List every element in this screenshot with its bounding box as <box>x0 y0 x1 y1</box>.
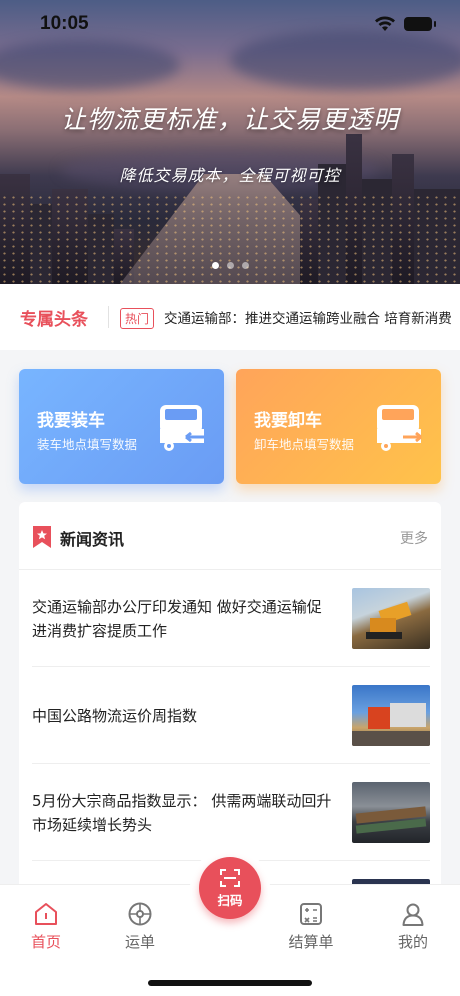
tab-home[interactable]: 首页 <box>6 901 86 952</box>
news-panel: 新闻资讯 更多 交通运输部办公厅印发通知 做好交通运输促进消费扩容提质工作 中国… <box>19 502 441 902</box>
load-truck-button[interactable]: 我要装车 装车地点填写数据 <box>19 369 224 484</box>
news-item[interactable]: 5月份大宗商品指数显示： 供需两端联动回升 市场延续增长势头 <box>32 764 430 861</box>
carousel-indicator <box>0 262 460 269</box>
headline-title: 专属头条 <box>20 310 88 330</box>
carousel-dot[interactable] <box>226 262 234 269</box>
scan-icon <box>220 869 240 887</box>
news-title: 新闻资讯 <box>60 530 125 549</box>
tab-settlement[interactable]: 结算单 <box>271 901 351 952</box>
tab-mine[interactable]: 我的 <box>373 901 453 952</box>
tab-label: 我的 <box>397 933 428 951</box>
news-header: 新闻资讯 更多 <box>19 502 441 570</box>
unload-truck-button[interactable]: 我要卸车 卸车地点填写数据 <box>236 369 441 484</box>
status-time: 10:05 <box>40 13 89 34</box>
scan-label: 扫码 <box>217 893 243 908</box>
truck-photo <box>352 685 430 746</box>
banner-slogan: 让物流更标准，让交易更透明 <box>60 105 399 134</box>
battery-icon <box>404 17 436 31</box>
excavator-photo <box>352 588 430 649</box>
freight-train-photo <box>352 782 430 843</box>
banner-subslogan: 降低交易成本，全程可视可控 <box>119 166 341 185</box>
wifi-icon <box>375 16 395 31</box>
user-icon <box>402 903 424 926</box>
scan-button[interactable]: 扫码 <box>199 857 261 919</box>
home-indicator <box>148 980 312 986</box>
news-item-text: 交通运输部办公厅印发通知 做好交通运输促进消费扩容提质工作 <box>32 597 322 640</box>
divider <box>108 306 109 328</box>
headline-ticker[interactable]: 专属头条 热门 交通运输部：推进交通运输跨业融合 培育新消费 <box>0 284 460 350</box>
news-item[interactable]: 交通运输部办公厅印发通知 做好交通运输促进消费扩容提质工作 <box>32 570 430 667</box>
card-title: 我要卸车 <box>254 411 322 431</box>
tab-label: 结算单 <box>288 933 334 951</box>
wheel-icon <box>128 902 152 926</box>
status-icons <box>374 16 436 32</box>
tab-label: 运单 <box>124 933 155 951</box>
news-more-link[interactable]: 更多 <box>400 528 428 548</box>
card-subtitle: 装车地点填写数据 <box>37 437 138 452</box>
news-item-text: 5月份大宗商品指数显示： 供需两端联动回升 市场延续增长势头 <box>32 791 332 834</box>
news-item[interactable]: 中国公路物流运价周指数 <box>32 667 430 764</box>
truck-unload-icon <box>377 405 422 451</box>
carousel-dot[interactable] <box>241 262 249 269</box>
calculator-icon <box>300 903 322 925</box>
tab-waybill[interactable]: 运单 <box>100 901 180 952</box>
card-title: 我要装车 <box>37 411 105 431</box>
news-item-text: 中国公路物流运价周指数 <box>32 706 198 725</box>
carousel-dot[interactable] <box>211 262 219 269</box>
tab-label: 首页 <box>30 933 61 951</box>
hot-badge: 热门 <box>120 308 155 329</box>
truck-load-icon <box>160 405 204 451</box>
bookmark-star-icon <box>33 526 51 548</box>
status-bar: 10:05 <box>0 0 460 48</box>
headline-text[interactable]: 交通运输部：推进交通运输跨业融合 培育新消费 <box>164 307 454 327</box>
home-icon <box>35 903 57 925</box>
card-subtitle: 卸车地点填写数据 <box>254 437 355 452</box>
